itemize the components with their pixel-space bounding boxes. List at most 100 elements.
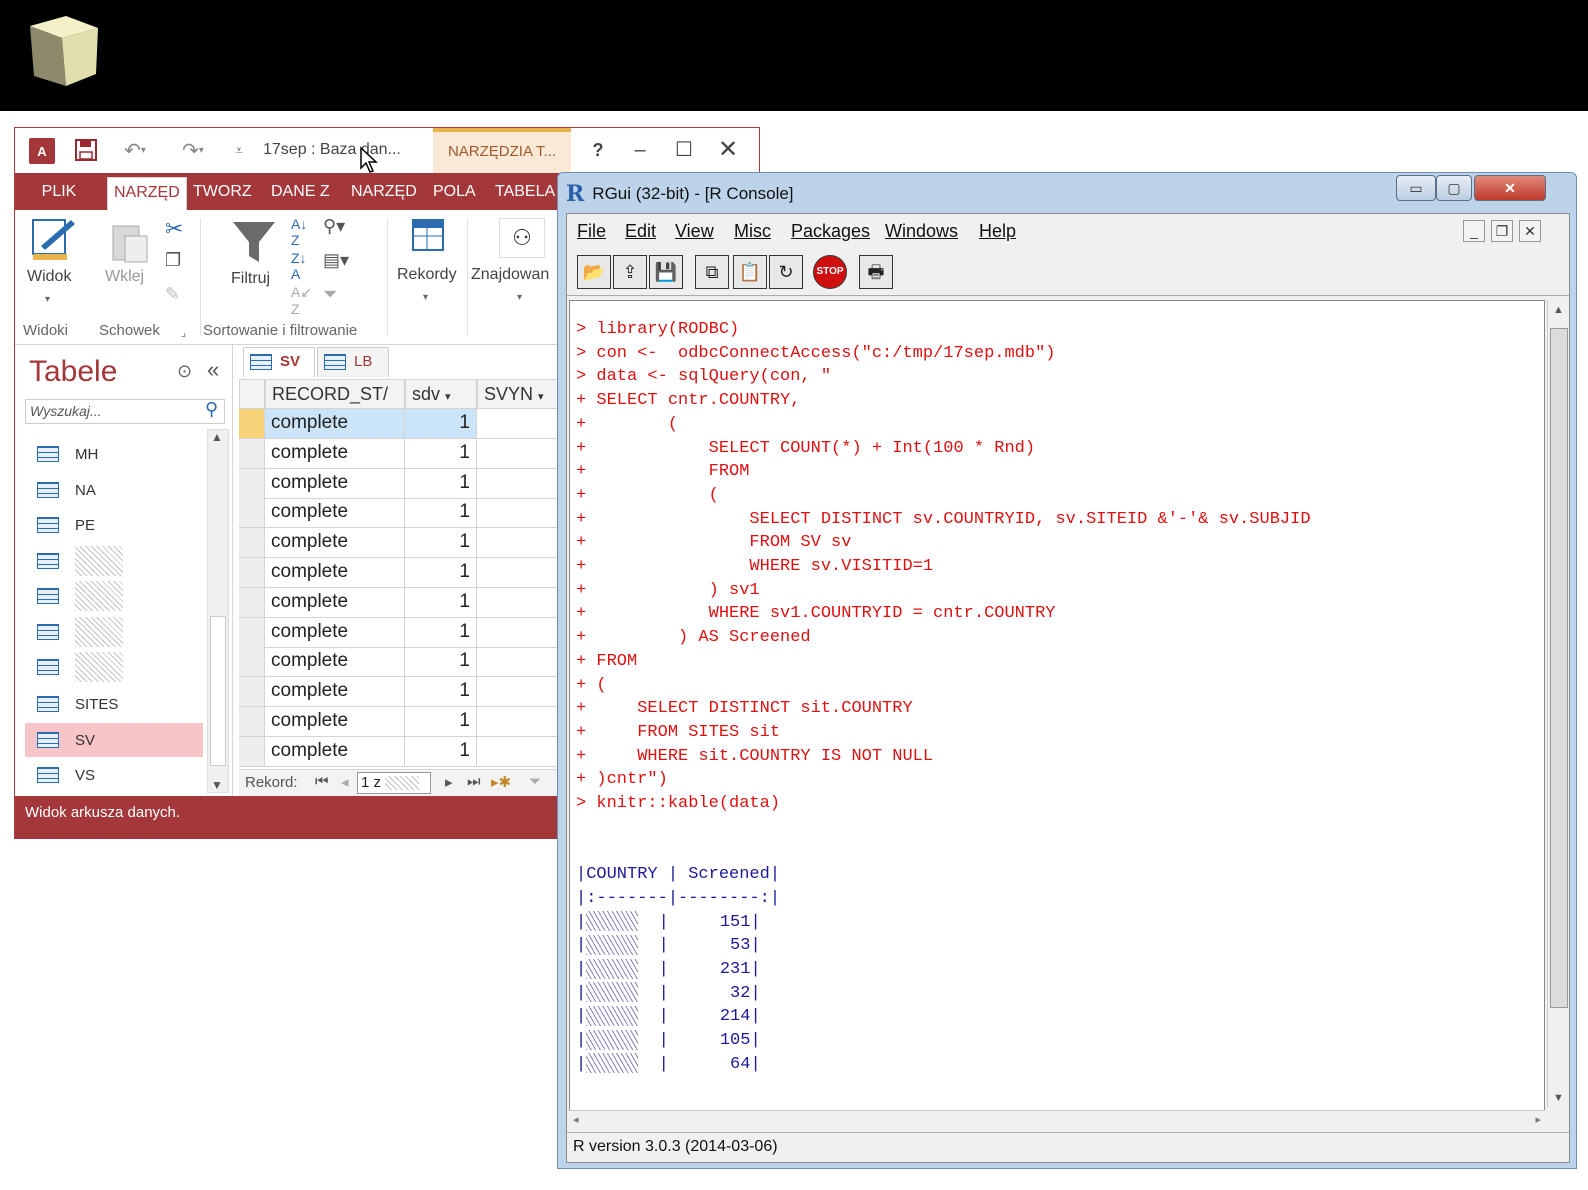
filter-icon[interactable]	[231, 220, 277, 264]
collapse-pane-icon[interactable]: «	[207, 357, 219, 383]
paste-icon[interactable]	[107, 220, 151, 264]
cell-sdv[interactable]: 1	[405, 617, 477, 647]
cell-record-status[interactable]: complete	[265, 468, 405, 498]
nav-search-input[interactable]: Wyszukaj...	[25, 399, 225, 424]
maximize-button[interactable]: ☐	[669, 136, 699, 164]
table-row[interactable]: complete 1	[239, 468, 569, 499]
binoculars-icon[interactable]: ⚇	[499, 218, 545, 258]
tab-file[interactable]: PLIK	[15, 173, 103, 210]
records-button-label[interactable]: Rekordy	[397, 266, 457, 284]
cell-sdv[interactable]: 1	[405, 677, 477, 707]
cell-record-status[interactable]: complete	[265, 438, 405, 468]
stop-icon[interactable]: STOP	[813, 255, 847, 289]
menu-view[interactable]: View	[675, 221, 714, 242]
view-dropdown-icon[interactable]: ▾	[45, 294, 50, 305]
minimize-button[interactable]: –	[625, 136, 655, 164]
table-row[interactable]: complete 1	[239, 647, 569, 678]
cell-sdv[interactable]: 1	[405, 587, 477, 617]
find-dropdown-icon[interactable]: ▾	[517, 292, 522, 303]
save-icon[interactable]: 💾	[649, 255, 683, 289]
access-app-icon[interactable]: A	[29, 138, 55, 164]
menu-edit[interactable]: Edit	[625, 221, 656, 242]
r-console-output[interactable]: > library(RODBC) > con <- odbcConnectAcce…	[569, 300, 1545, 1130]
filter-button-label[interactable]: Filtruj	[231, 270, 270, 288]
sort-ascending-icon[interactable]: A↓ Z	[291, 216, 307, 248]
mdi-restore-button[interactable]: ❐	[1491, 220, 1513, 242]
scroll-right-icon[interactable]: ▸	[1535, 1113, 1541, 1126]
cell-sdv[interactable]: 1	[405, 468, 477, 498]
row-selector[interactable]	[239, 558, 265, 587]
cell-sdv[interactable]: 1	[405, 736, 477, 766]
print-icon[interactable]: 🖶	[859, 255, 893, 289]
minimize-button[interactable]: ▭	[1396, 175, 1436, 201]
cell-sdv[interactable]: 1	[405, 438, 477, 468]
select-all-corner[interactable]	[239, 379, 265, 409]
cell-record-status[interactable]: complete	[265, 736, 405, 766]
column-header-svyn[interactable]: SVYN ▾	[477, 379, 569, 409]
copy-icon[interactable]: ⧉	[695, 255, 729, 289]
doc-tab-lb[interactable]: LB	[317, 347, 389, 377]
row-selector[interactable]	[239, 498, 265, 528]
nav-item-na[interactable]: NA	[25, 473, 203, 507]
maximize-button[interactable]: ▢	[1436, 175, 1472, 201]
format-painter-icon[interactable]: ✎	[165, 284, 180, 305]
load-workspace-icon[interactable]: ⇪	[613, 255, 647, 289]
cell-sdv[interactable]: 1	[405, 498, 477, 528]
nav-item-redacted[interactable]	[25, 544, 203, 578]
table-row[interactable]: complete 1	[239, 409, 569, 439]
paste-button-label[interactable]: Wklej	[105, 268, 144, 286]
row-selector[interactable]	[239, 736, 265, 766]
cell-sdv[interactable]: 1	[405, 707, 477, 736]
save-icon[interactable]	[73, 136, 99, 164]
cell-record-status[interactable]: complete	[265, 528, 405, 558]
cell-record-status[interactable]: complete	[265, 677, 405, 707]
cell-record-status[interactable]: complete	[265, 587, 405, 617]
cell-record-status[interactable]: complete	[265, 409, 405, 438]
column-header-record-status[interactable]: RECORD_ST/ ▾	[265, 379, 405, 424]
row-selector[interactable]	[239, 409, 265, 438]
row-selector[interactable]	[239, 707, 265, 736]
clipboard-launcher-icon[interactable]: ⌟	[181, 326, 186, 339]
table-row[interactable]: complete 1	[239, 587, 569, 618]
advanced-filter-icon[interactable]: ▤▾	[323, 250, 349, 271]
cell-sdv[interactable]: 1	[405, 409, 477, 438]
cell-record-status[interactable]: complete	[265, 707, 405, 736]
horizontal-scrollbar[interactable]: ◂ ▸	[569, 1110, 1545, 1130]
cell-record-status[interactable]: complete	[265, 498, 405, 528]
tab-database-tools[interactable]: NARZĘD	[345, 173, 423, 210]
view-button-label[interactable]: Widok	[27, 268, 71, 286]
menu-misc[interactable]: Misc	[734, 221, 771, 242]
nav-item-redacted[interactable]	[25, 615, 203, 649]
table-row[interactable]: complete 1	[239, 736, 569, 767]
cell-sdv[interactable]: 1	[405, 528, 477, 558]
clear-sort-icon[interactable]: A↙ Z	[291, 284, 312, 317]
customize-qat-icon[interactable]: ⩡	[229, 136, 249, 164]
cell-record-status[interactable]: complete	[265, 647, 405, 677]
sort-descending-icon[interactable]: Z↓ A	[291, 250, 307, 282]
help-button[interactable]: ?	[583, 136, 613, 164]
tab-fields[interactable]: POLA	[427, 173, 482, 210]
vertical-scrollbar[interactable]: ▲ ▼	[1547, 300, 1569, 1108]
table-row[interactable]: complete 1	[239, 707, 569, 737]
menu-file[interactable]: File	[577, 221, 606, 242]
column-header-sdv[interactable]: sdv ▾	[405, 379, 477, 409]
nav-item-pe[interactable]: PE	[25, 508, 203, 542]
cell-sdv[interactable]: 1	[405, 558, 477, 587]
table-row[interactable]: complete 1	[239, 528, 569, 559]
menu-windows[interactable]: Windows	[885, 221, 958, 242]
tab-table[interactable]: TABELA	[489, 173, 561, 210]
table-row[interactable]: complete 1	[239, 438, 569, 469]
doc-tab-sv[interactable]: SV	[243, 347, 315, 377]
records-dropdown-icon[interactable]: ▾	[423, 292, 428, 303]
nav-item-redacted[interactable]	[25, 650, 203, 684]
column-dropdown-icon[interactable]: ▾	[538, 391, 544, 403]
cell-sdv[interactable]: 1	[405, 647, 477, 677]
last-record-icon[interactable]: ⏭	[467, 773, 481, 790]
row-selector[interactable]	[239, 468, 265, 498]
no-filter-icon[interactable]: ⏷	[529, 773, 541, 790]
row-selector[interactable]	[239, 677, 265, 707]
first-record-icon[interactable]: ⏮	[315, 773, 329, 790]
close-button[interactable]: ✕	[713, 136, 743, 164]
mdi-minimize-button[interactable]: _	[1463, 220, 1485, 242]
nav-item-redacted[interactable]	[25, 579, 203, 613]
